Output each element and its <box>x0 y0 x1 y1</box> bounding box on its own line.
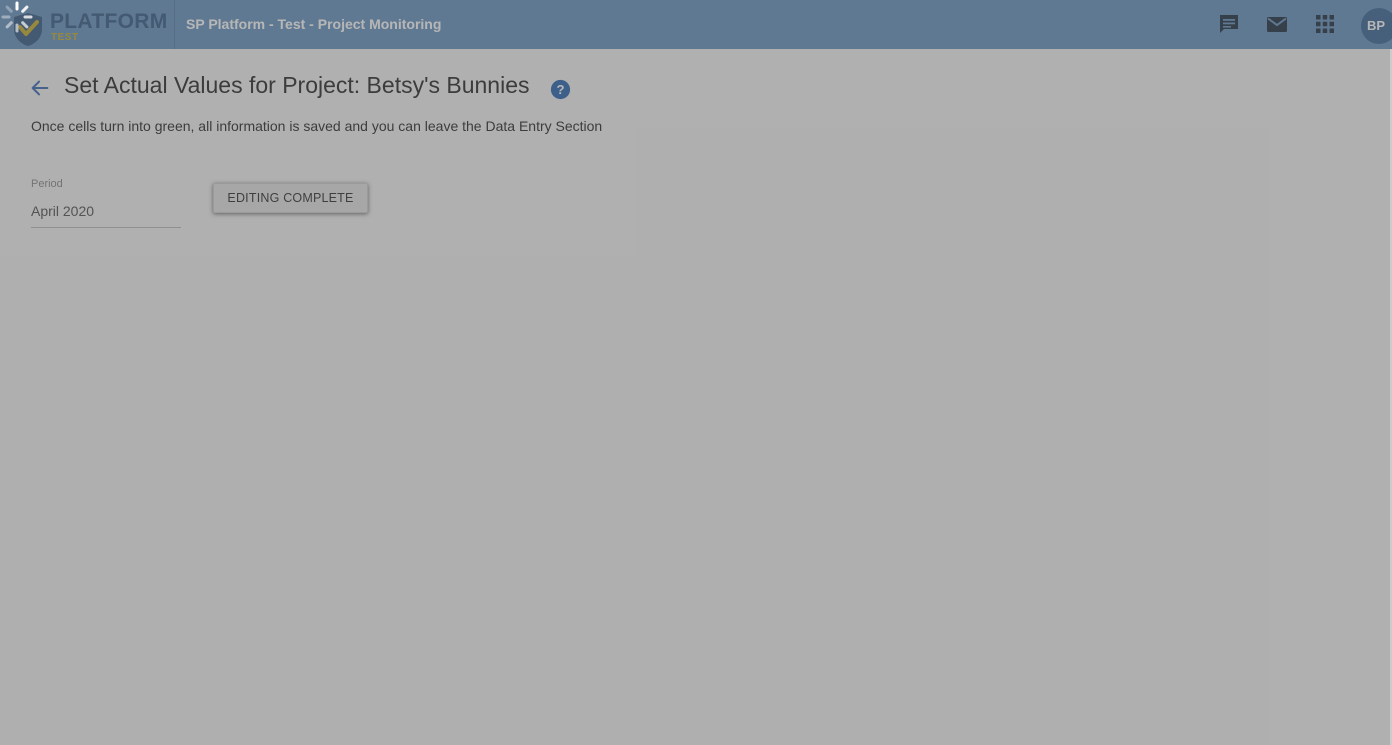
loading-overlay <box>0 0 1392 745</box>
loading-spinner-icon <box>1 1 33 33</box>
